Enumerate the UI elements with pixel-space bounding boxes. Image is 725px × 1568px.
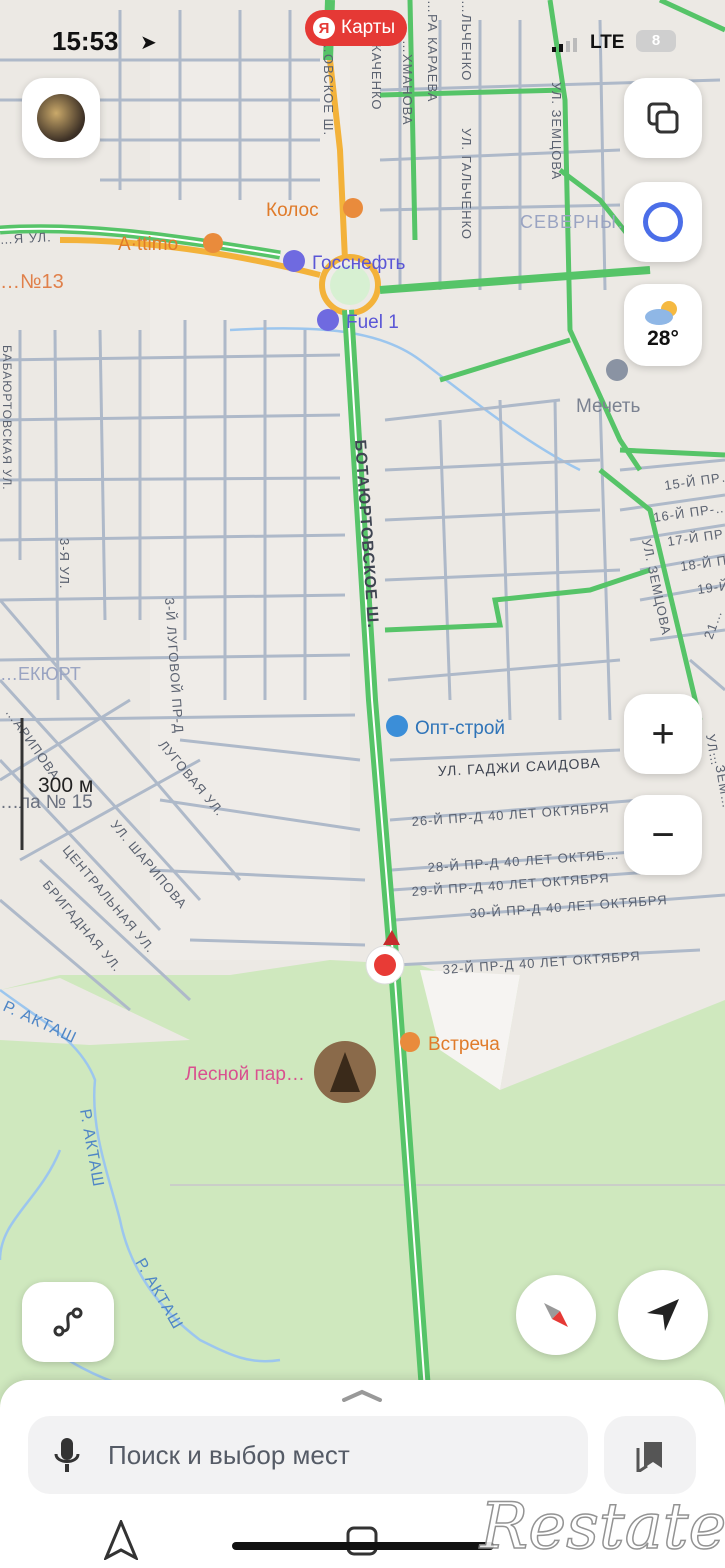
bottom-sheet[interactable]: Поиск и выбор мест Restate: [0, 1380, 725, 1568]
shop-icon: [386, 715, 408, 737]
layers-icon: [647, 102, 679, 134]
compass-icon: [544, 1303, 568, 1327]
signal-icon: [552, 38, 578, 52]
battery-level: 8: [651, 32, 661, 49]
cafe-icon: [203, 233, 223, 253]
nav-arrow-icon[interactable]: [104, 1520, 138, 1560]
bookmarks-icon: [636, 1442, 662, 1472]
street-label-botayurt-top: …ОВСКОЕ Ш.: [321, 40, 336, 136]
street-label-karaeva: …РА КАРАЕВА: [425, 0, 440, 102]
fuel-icon: [317, 309, 339, 331]
street-label-ya-ul: …Я УЛ.: [0, 229, 52, 247]
microphone-icon[interactable]: [54, 1436, 80, 1474]
scale-label: 300 м: [38, 774, 93, 797]
area-label-severny: СЕВЕРНЫ…: [520, 212, 636, 232]
mosque-icon: [606, 359, 628, 381]
status-time: 15:53: [52, 26, 119, 56]
street-label-galchenko: УЛ. ГАЛЬЧЕНКО: [459, 128, 474, 240]
poi-label-kolos: Колос: [266, 200, 319, 221]
avatar: [37, 94, 85, 142]
street-label-galchenko-top: …ЛЬЧЕНКО: [459, 0, 474, 81]
street-label-khmanova: …ХМАНОВА: [400, 40, 415, 126]
compass-button[interactable]: [516, 1275, 596, 1355]
sheet-handle-chevron-icon[interactable]: [340, 1388, 384, 1402]
partly-cloudy-icon: [645, 301, 677, 325]
watermark-logo: Restate: [479, 1489, 725, 1565]
search-input[interactable]: Поиск и выбор мест: [108, 1440, 350, 1471]
plus-icon: +: [651, 712, 675, 756]
poi-label-lesnoy: Лесной пар…: [185, 1064, 305, 1085]
poi-label-attimo: A·ttimo: [118, 234, 178, 255]
navigation-arrow-icon: [647, 1299, 679, 1331]
app-badge: Я Карты: [305, 10, 408, 46]
home-indicator: [232, 1542, 494, 1550]
poi-label-fuel1: Fuel 1: [346, 312, 399, 333]
cafe-icon: [400, 1032, 420, 1052]
cafe-icon: [343, 198, 363, 218]
battery-indicator: 8: [636, 30, 676, 52]
alice-assistant-button[interactable]: [624, 182, 702, 262]
zoom-out-button[interactable]: −: [624, 795, 702, 875]
yandex-logo-icon: Я: [313, 17, 335, 39]
profile-button[interactable]: [22, 78, 100, 158]
street-label-third-ya: 3-Я УЛ.: [57, 538, 72, 590]
location-arrow-icon: ➤: [140, 32, 157, 54]
poi-fuel1[interactable]: Fuel 1: [317, 309, 399, 333]
search-bar[interactable]: Поиск и выбор мест: [28, 1416, 588, 1494]
route-button[interactable]: [22, 1282, 114, 1362]
street-label-babayurt: БАБАЮРТОВСКАЯ УЛ.: [0, 345, 14, 491]
fuel-icon: [283, 250, 305, 272]
poi-label-gosneft: Госснефть: [312, 253, 406, 274]
zoom-in-button[interactable]: +: [624, 694, 702, 774]
layers-button[interactable]: [624, 78, 702, 158]
route-icon: [53, 1307, 83, 1337]
bookmarks-button[interactable]: [604, 1416, 696, 1494]
area-label-no13: …№13: [0, 271, 64, 293]
alice-icon: [643, 202, 683, 242]
weather-widget[interactable]: 28°: [624, 284, 702, 366]
poi-label-optstroy: Опт-строй: [415, 718, 505, 739]
network-label: LTE: [590, 32, 625, 53]
poi-label-vstrecha: Встреча: [428, 1034, 500, 1055]
poi-label-mosque: Мечеть: [576, 396, 641, 417]
minus-icon: −: [651, 813, 675, 857]
area-label-ekyurt: …ЕКЮРТ: [0, 664, 81, 684]
app-badge-label: Карты: [341, 17, 396, 38]
street-label-zemtsova-top: УЛ. ЗЕМЦОВА: [549, 82, 564, 180]
my-location-button[interactable]: [618, 1270, 708, 1360]
weather-temp: 28°: [647, 327, 679, 350]
